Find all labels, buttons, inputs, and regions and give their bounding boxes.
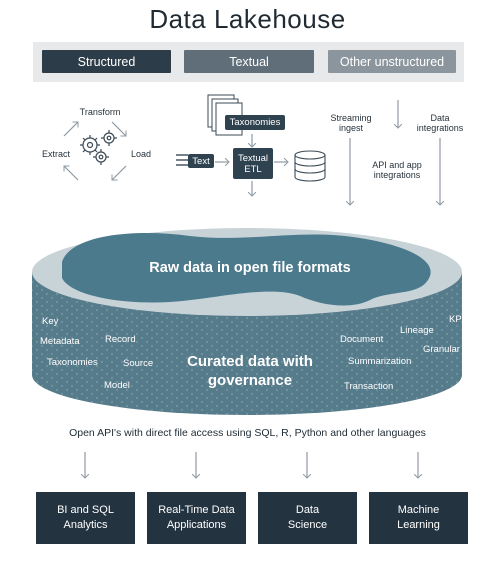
term-record: Record bbox=[105, 334, 136, 345]
textual-etl-chip: Textual ETL bbox=[233, 148, 273, 179]
arrow-load-out bbox=[112, 165, 127, 180]
term-kpi: KPI bbox=[449, 314, 465, 325]
curated-data-label: Curated data with governance bbox=[187, 353, 313, 389]
consumer-real-time-apps: Real-Time Data Applications bbox=[147, 492, 246, 544]
consumer-bi-sql-analytics: BI and SQL Analytics bbox=[36, 492, 135, 544]
taxonomies-chip: Taxonomies bbox=[225, 115, 285, 130]
open-api-caption: Open API's with direct file access using… bbox=[69, 427, 426, 439]
term-metadata: Metadata bbox=[40, 336, 80, 347]
etl-load-label: Load bbox=[130, 149, 152, 159]
output-arrows bbox=[85, 452, 418, 478]
term-document: Document bbox=[340, 334, 384, 345]
term-source: Source bbox=[123, 358, 154, 369]
raw-data-label: Raw data in open file formats bbox=[149, 260, 351, 276]
term-model: Model bbox=[104, 380, 130, 391]
consumer-machine-learning: Machine Learning bbox=[369, 492, 468, 544]
term-granular: Granular bbox=[423, 344, 460, 355]
arrow-transform-load bbox=[111, 121, 126, 136]
database-icon bbox=[294, 150, 326, 182]
diagram-graphics bbox=[32, 94, 462, 563]
etl-transform-label: Transform bbox=[79, 107, 121, 117]
data-integrations-label: Data integrations bbox=[416, 113, 464, 133]
text-chip: Text bbox=[188, 154, 214, 168]
consumer-label: BI and SQL Analytics bbox=[57, 504, 114, 531]
term-lineage: Lineage bbox=[400, 325, 434, 336]
arrow-extract-transform bbox=[63, 122, 78, 137]
api-app-integrations-label: API and app integrations bbox=[372, 160, 422, 180]
consumer-label: Real-Time Data Applications bbox=[158, 504, 235, 531]
consumer-data-science: Data Science bbox=[258, 492, 357, 544]
consumer-label: Machine Learning bbox=[397, 504, 440, 531]
streaming-ingest-label: Streaming ingest bbox=[330, 113, 372, 133]
consumer-label: Data Science bbox=[287, 504, 328, 531]
term-transaction: Transaction bbox=[344, 381, 394, 392]
term-key: Key bbox=[42, 316, 59, 327]
term-taxonomies: Taxonomies bbox=[47, 357, 98, 368]
etl-extract-label: Extract bbox=[41, 149, 70, 159]
term-summarization: Summarization bbox=[348, 356, 412, 367]
gear-icon bbox=[80, 130, 117, 165]
text-lines-icon bbox=[176, 154, 188, 166]
arrow-back-extract bbox=[64, 166, 79, 181]
